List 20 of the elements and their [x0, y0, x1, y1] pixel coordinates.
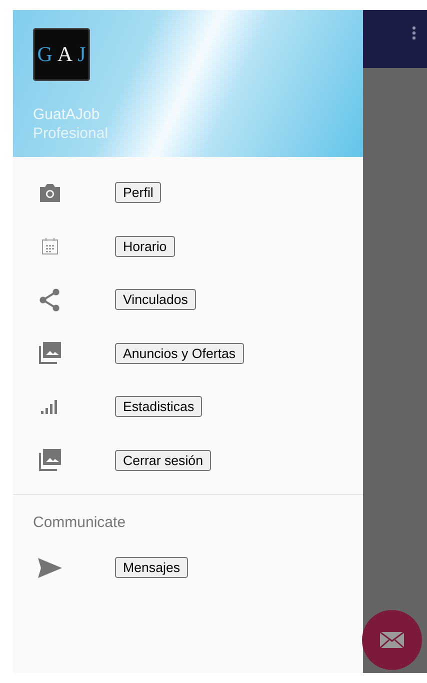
overflow-menu-icon[interactable] — [412, 26, 416, 40]
section-title: Communicate — [32, 513, 127, 532]
menu-item[interactable]: Estadisticas — [115, 396, 202, 418]
app-logo: G A J — [33, 28, 90, 81]
send-icon — [37, 556, 63, 579]
menu-item[interactable]: Mensajes — [115, 557, 188, 578]
images-icon — [38, 448, 62, 472]
camera-icon — [39, 182, 61, 203]
account-type: Profesional — [33, 124, 110, 143]
app-name: GuatAJob — [33, 105, 101, 124]
menu-item[interactable]: Perfil — [115, 182, 162, 204]
menu-item[interactable]: Anuncios y Ofertas — [115, 342, 244, 364]
calendar-icon — [41, 237, 59, 256]
signal-bars-icon — [40, 398, 60, 415]
menu-item[interactable]: Cerrar sesión — [115, 450, 211, 471]
share-icon — [39, 288, 61, 312]
menu-item[interactable]: Horario — [115, 236, 175, 257]
mail-icon — [379, 631, 405, 649]
menu-item[interactable]: Vinculados — [115, 289, 196, 310]
images-icon — [38, 341, 62, 366]
